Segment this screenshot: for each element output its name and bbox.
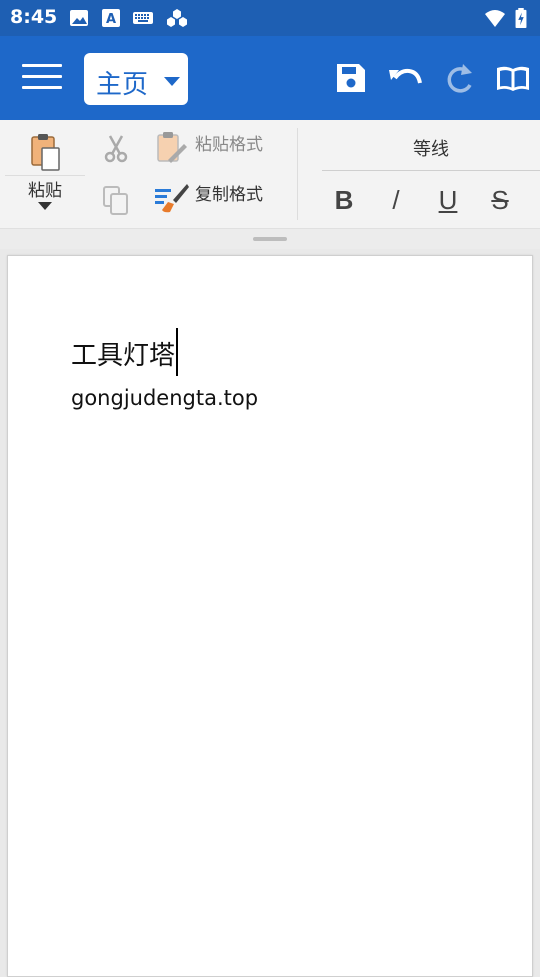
copy-format-label: 复制格式 xyxy=(195,185,263,205)
italic-button[interactable]: / xyxy=(376,180,416,220)
cut-icon[interactable] xyxy=(102,134,130,164)
text-cursor xyxy=(176,328,179,376)
paste-label: 粘贴 xyxy=(28,181,62,201)
save-icon[interactable] xyxy=(331,58,371,98)
format-painter-icon xyxy=(155,184,189,213)
status-time: 8:45 xyxy=(10,6,58,28)
keyboard-icon xyxy=(133,12,153,24)
app-hex-icon xyxy=(167,9,187,27)
document-page[interactable]: 工具灯塔 gongjudengta.top xyxy=(7,255,533,977)
hamburger-icon xyxy=(22,64,62,67)
undo-icon[interactable] xyxy=(385,58,425,98)
ribbon-toolbar: 粘贴 粘贴格式 复制格式 等线 B / U S xyxy=(0,120,540,228)
paste-format-label: 粘贴格式 xyxy=(195,135,263,155)
wifi-icon xyxy=(485,10,505,27)
paste-format-icon xyxy=(157,132,187,163)
status-bar: 8:45 A xyxy=(0,0,540,36)
copy-icon[interactable] xyxy=(101,184,131,216)
clipboard-icon xyxy=(31,134,60,171)
document-text-line[interactable]: 工具灯塔 xyxy=(71,328,179,376)
underline-button[interactable]: U xyxy=(428,180,468,220)
redo-icon[interactable] xyxy=(439,58,479,98)
home-tab-dropdown[interactable]: 主页 xyxy=(84,53,188,105)
home-tab-label: 主页 xyxy=(96,70,149,100)
chevron-down-icon xyxy=(164,77,180,86)
ribbon-collapse-handle[interactable] xyxy=(0,228,540,249)
read-mode-icon[interactable] xyxy=(493,58,533,98)
paste-options-chevron-icon xyxy=(38,202,52,210)
strikethrough-button[interactable]: S xyxy=(480,180,520,220)
paste-button[interactable]: 粘贴 xyxy=(5,120,85,220)
drag-handle-icon xyxy=(253,237,287,241)
app-bar: 主页 xyxy=(0,36,540,120)
ribbon-divider xyxy=(297,128,298,220)
svg-text:A: A xyxy=(106,12,116,27)
text-a-icon: A xyxy=(102,9,120,27)
bold-button[interactable]: B xyxy=(324,180,364,220)
menu-button[interactable] xyxy=(22,64,62,94)
battery-icon xyxy=(515,8,527,28)
document-text-line[interactable]: gongjudengta.top xyxy=(71,386,258,410)
font-name-selector[interactable]: 等线 xyxy=(322,130,540,171)
copy-format-button[interactable]: 复制格式 xyxy=(154,176,264,220)
image-icon xyxy=(70,10,88,26)
paste-format-button[interactable]: 粘贴格式 xyxy=(154,126,264,170)
